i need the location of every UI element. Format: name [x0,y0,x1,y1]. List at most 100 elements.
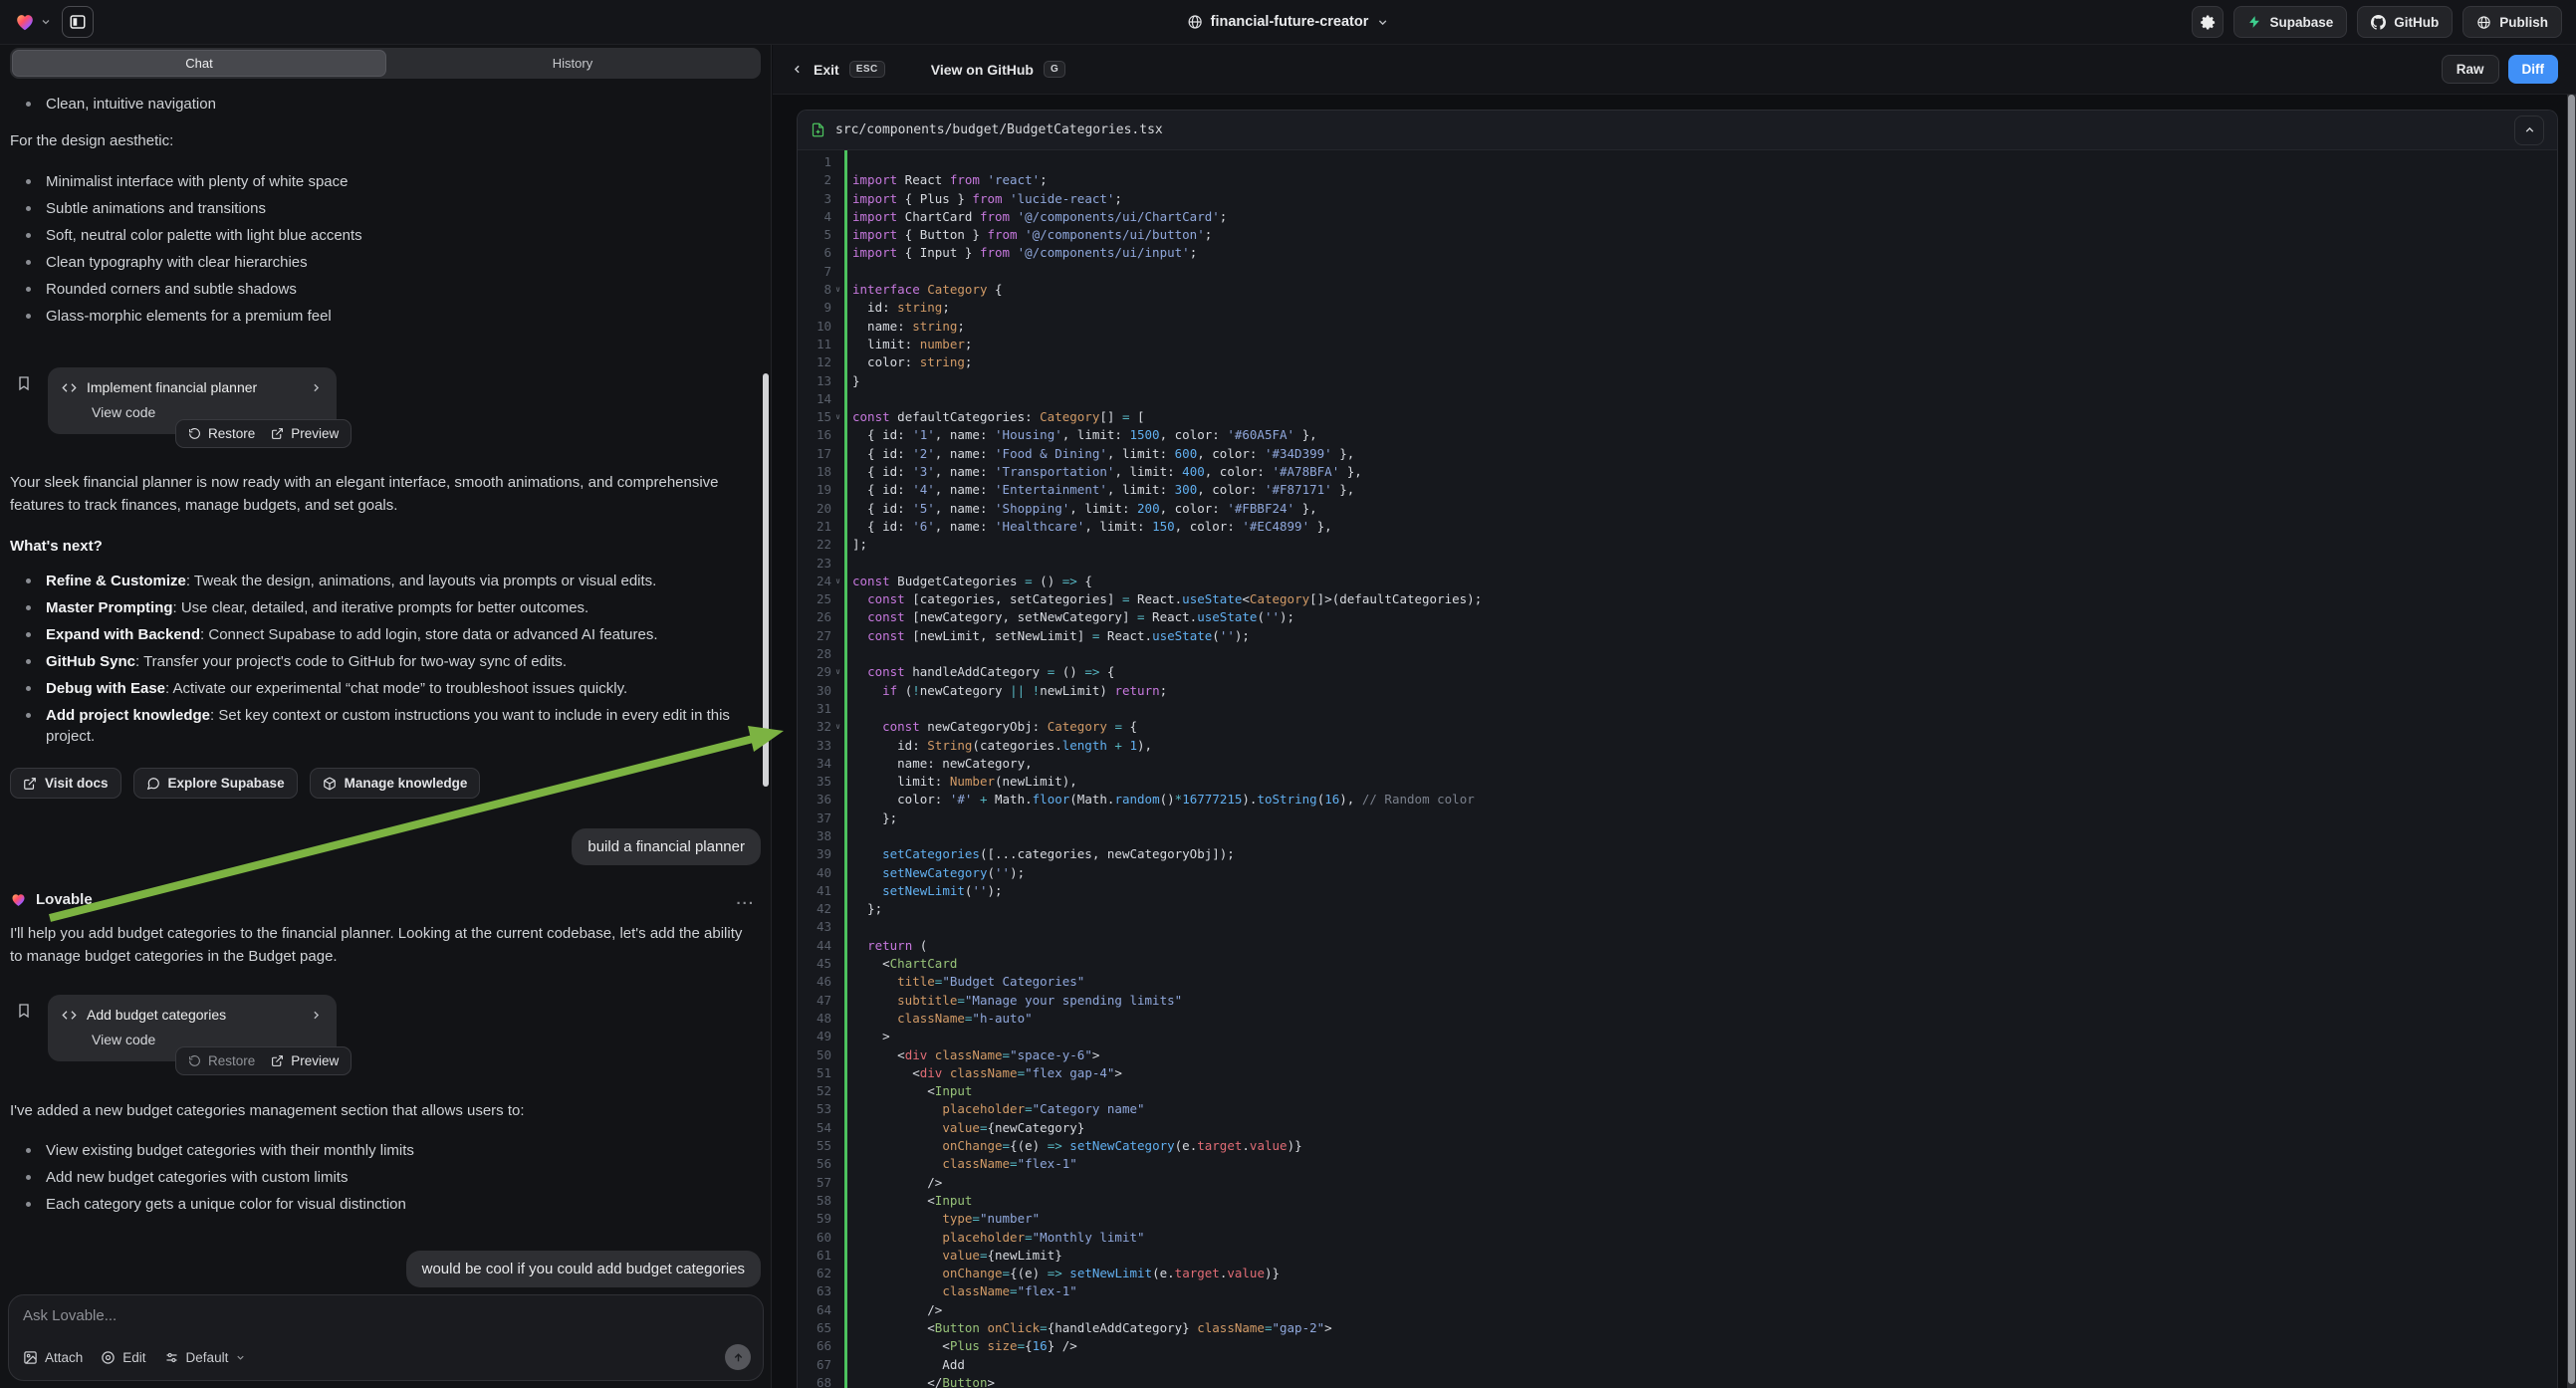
settings-button[interactable] [2192,6,2224,38]
version-card-implement-planner[interactable]: Implement financial planner View code Re… [48,367,337,434]
supabase-button[interactable]: Supabase [2233,6,2347,38]
code-viewer-toolbar: Exit ESC View on GitHub G Raw Diff [773,45,2576,95]
added-bullet-list: View existing budget categories with the… [10,1140,761,1215]
view-code-link[interactable]: View code [92,1032,323,1047]
diff-button[interactable]: Diff [2508,55,2559,84]
project-switcher[interactable]: financial-future-creator [1187,14,1390,30]
collapse-file-button[interactable] [2514,116,2544,145]
g-keycap: G [1044,61,1065,78]
esc-keycap: ESC [849,61,885,78]
code-line: 60 placeholder="Monthly limit" [798,1229,2557,1247]
code-line: 57 /> [798,1174,2557,1192]
publish-globe-icon [2476,15,2491,30]
chat-panel: Chat History Clean, intuitive navigation… [0,45,772,1388]
code-line: 68 </Button> [798,1374,2557,1388]
code-line: 64 /> [798,1301,2557,1319]
code-line: 26 const [newCategory, setNewCategory] =… [798,608,2557,626]
code-line: 13} [798,372,2557,390]
preview-button[interactable]: Preview [271,426,339,441]
list-item: Each category gets a unique color for vi… [10,1194,761,1215]
code-line: 40 setNewCategory(''); [798,864,2557,882]
external-link-icon [23,777,37,791]
code-line: 62 onChange={(e) => setNewLimit(e.target… [798,1265,2557,1282]
design-bullet-list: Minimalist interface with plenty of whit… [10,171,761,327]
code-line: 33 id: String(categories.length + 1), [798,737,2557,755]
file-added-icon [811,122,825,137]
code-line: 19 { id: '4', name: 'Entertainment', lim… [798,481,2557,499]
code-line: 56 className="flex-1" [798,1155,2557,1173]
gear-icon [2200,14,2217,31]
visit-docs-button[interactable]: Visit docs [10,768,121,799]
tab-history[interactable]: History [386,50,759,77]
code-line: 22]; [798,536,2557,554]
chat-input[interactable] [23,1307,749,1324]
back-chevron-icon[interactable] [791,63,804,76]
code-line: 15∨const defaultCategories: Category[] =… [798,408,2557,426]
code-line: 11 limit: number; [798,336,2557,353]
supabase-label: Supabase [2269,15,2333,30]
code-line: 61 value={newLimit} [798,1247,2557,1265]
github-button[interactable]: GitHub [2357,6,2453,38]
tab-chat[interactable]: Chat [12,50,386,77]
code-line: 58 <Input [798,1192,2557,1210]
view-on-github-button[interactable]: View on GitHub [931,62,1034,78]
github-label: GitHub [2394,15,2439,30]
code-line: 25 const [categories, setCategories] = R… [798,590,2557,608]
edit-button[interactable]: Edit [101,1350,145,1365]
bookmark-icon[interactable] [16,1003,32,1019]
help-paragraph: I'll help you add budget categories to t… [10,922,761,968]
attach-button[interactable]: Attach [23,1350,83,1365]
code-line: 29∨ const handleAddCategory = () => { [798,663,2557,681]
chat-scrollbar[interactable] [763,373,769,787]
version-card-row: Implement financial planner View code Re… [10,367,761,434]
raw-button[interactable]: Raw [2442,55,2499,84]
version-card-add-budget-categories[interactable]: Add budget categories View code Restore [48,995,337,1061]
manage-knowledge-button[interactable]: Manage knowledge [310,768,481,799]
message-menu-button[interactable]: ... [736,891,755,908]
view-code-link[interactable]: View code [92,404,323,420]
code-line: 46 title="Budget Categories" [798,973,2557,991]
restore-button[interactable]: Restore [188,1053,255,1068]
code-line: 44 return ( [798,937,2557,955]
suggestion-buttons: Visit docs Explore Supabase Manage knowl… [10,768,761,799]
code-line: 51 <div className="flex gap-4"> [798,1064,2557,1082]
intro-bullet-list: Clean, intuitive navigation [10,94,761,115]
lovable-heart-icon [10,891,27,908]
list-item: Clean typography with clear hierarchies [10,252,761,273]
code-line: 63 className="flex-1" [798,1282,2557,1300]
list-item: Rounded corners and subtle shadows [10,279,761,300]
chat-bubble-icon [146,777,160,791]
code-line: 7 [798,263,2557,281]
code-scrollbar-thumb[interactable] [2568,95,2575,1384]
file-header[interactable]: src/components/budget/BudgetCategories.t… [798,111,2557,150]
publish-label: Publish [2499,15,2548,30]
code-line: 42 }; [798,900,2557,918]
file-diff-card: src/components/budget/BudgetCategories.t… [797,110,2558,1388]
mode-selector[interactable]: Default [164,1350,247,1365]
code-editor[interactable]: 12import React from 'react';3import { Pl… [798,150,2557,1388]
lovable-logo-menu[interactable] [14,11,52,33]
list-item: Clean, intuitive navigation [10,94,761,115]
list-item: Add new budget categories with custom li… [10,1167,761,1188]
chat-messages[interactable]: Clean, intuitive navigation For the desi… [0,88,771,1288]
code-line: 23 [798,555,2557,573]
list-item: View existing budget categories with the… [10,1140,761,1161]
explore-supabase-button[interactable]: Explore Supabase [133,768,298,799]
chevron-down-icon [40,16,52,28]
restore-button[interactable]: Restore [188,426,255,441]
preview-button[interactable]: Preview [271,1053,339,1068]
code-scrollbar[interactable] [2567,95,2576,1388]
globe-icon [1187,14,1203,30]
code-line: 41 setNewLimit(''); [798,882,2557,900]
bookmark-icon[interactable] [16,375,32,391]
code-line: 9 id: string; [798,299,2557,317]
exit-button[interactable]: Exit [814,62,839,78]
code-line: 48 className="h-auto" [798,1010,2557,1028]
code-line: 49 > [798,1028,2557,1045]
toggle-sidebar-button[interactable] [62,6,94,38]
code-line: 18 { id: '3', name: 'Transportation', li… [798,463,2557,481]
version-title: Add budget categories [87,1007,300,1023]
code-line: 10 name: string; [798,318,2557,336]
send-button[interactable] [725,1344,751,1370]
publish-button[interactable]: Publish [2462,6,2562,38]
